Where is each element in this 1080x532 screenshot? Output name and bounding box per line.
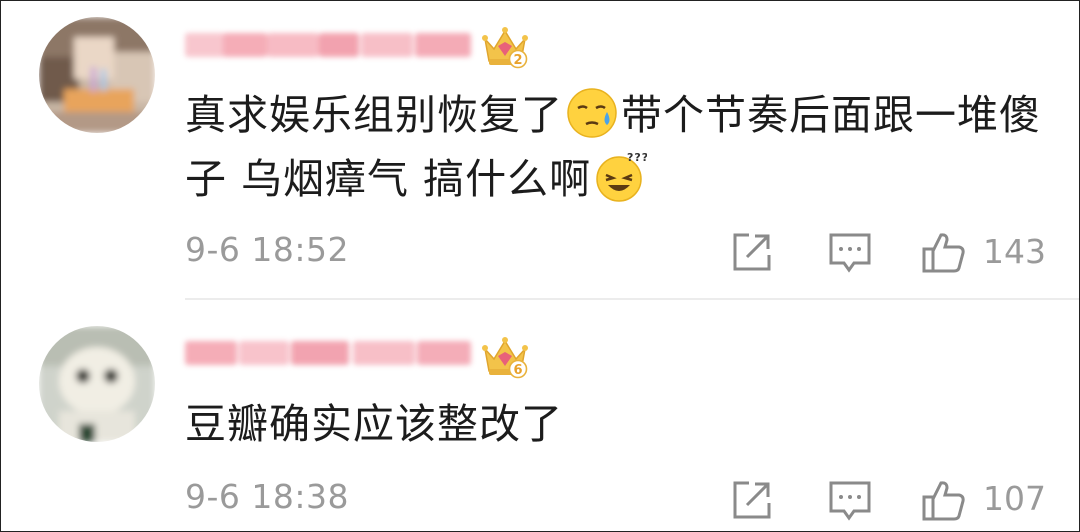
username[interactable]: [185, 29, 473, 59]
crown-badge-icon: 6: [482, 335, 528, 379]
svg-text:2: 2: [513, 53, 522, 68]
avatar[interactable]: [39, 17, 155, 133]
comment-text: 真求娱乐组别恢复了 带个节奏后面跟一堆傻子 乌烟瘴气 搞什么啊 ???: [185, 83, 1055, 211]
thumbs-up-icon[interactable]: [921, 229, 967, 275]
svg-text:6: 6: [513, 363, 522, 378]
comment-icon[interactable]: [827, 229, 873, 275]
comment-item: 6 豆瓣确实应该整改了 9-6 18:38 107: [1, 299, 1079, 531]
share-icon[interactable]: [729, 477, 775, 523]
comment-text: 豆瓣确实应该整改了: [185, 392, 1055, 456]
like-count: 143: [983, 232, 1046, 271]
thumbs-up-icon[interactable]: [921, 477, 967, 523]
comment-icon[interactable]: [827, 477, 873, 523]
timestamp: 9-6 18:52: [185, 230, 349, 269]
username[interactable]: [185, 337, 473, 367]
share-icon[interactable]: [729, 229, 775, 275]
like-count: 107: [983, 479, 1046, 518]
avatar[interactable]: [39, 326, 155, 442]
comment-list: 2 真求娱乐组别恢复了 带个节奏后面跟一堆傻子 乌烟瘴气 搞什么啊 ??? 9-…: [0, 0, 1080, 532]
comment-text-part: 真求娱乐组别恢复了: [185, 91, 563, 139]
comment-item: 2 真求娱乐组别恢复了 带个节奏后面跟一堆傻子 乌烟瘴气 搞什么啊 ??? 9-…: [1, 1, 1079, 299]
sweat-face-emoji: [565, 85, 619, 139]
timestamp: 9-6 18:38: [185, 477, 349, 516]
dizzy-grin-emoji: ???: [593, 149, 648, 203]
svg-text:???: ???: [627, 151, 647, 164]
crown-badge-icon: 2: [482, 25, 528, 69]
comment-text-part: 豆瓣确实应该整改了: [185, 400, 563, 448]
